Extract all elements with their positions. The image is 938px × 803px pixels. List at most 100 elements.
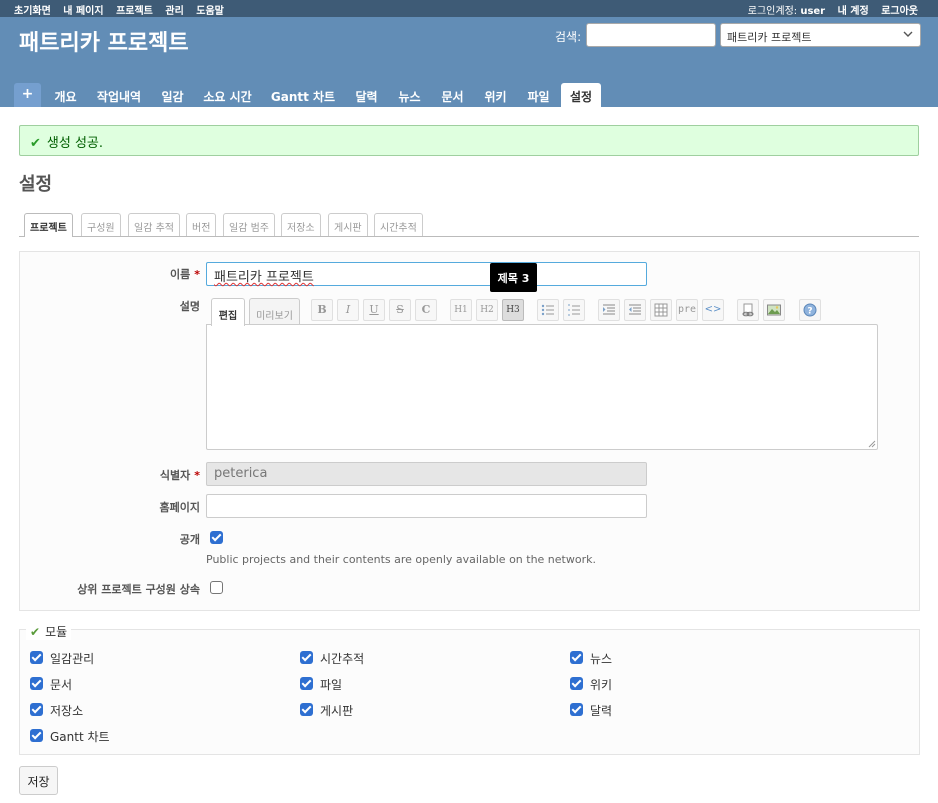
search-input[interactable]	[586, 23, 716, 47]
inherit-members-label: 상위 프로젝트 구성원 상속	[77, 583, 200, 596]
strikethrough-button[interactable]: S	[389, 299, 411, 321]
module-label-boards[interactable]: 게시판	[320, 702, 353, 719]
identifier-field-label: 식별자 *	[110, 467, 200, 483]
bold-button[interactable]: B	[311, 299, 333, 321]
public-checkbox[interactable]	[210, 531, 223, 544]
project-title: 패트리카 프로젝트	[19, 31, 189, 56]
module-label-documents[interactable]: 문서	[50, 676, 72, 693]
tab-calendar[interactable]: 달력	[348, 83, 385, 107]
checkmark-icon: ✔	[30, 625, 41, 639]
modules-legend[interactable]: ✔ 모듈	[26, 623, 72, 640]
module-label-calendar[interactable]: 달력	[590, 702, 612, 719]
top-link-my-page[interactable]: 내 페이지	[63, 6, 103, 17]
identifier-label-text: 식별자	[159, 469, 191, 482]
module-checkbox-files[interactable]	[300, 677, 313, 690]
name-field-label: 이름 *	[120, 266, 200, 282]
logged-as: 로그인계정: user	[748, 6, 825, 17]
inherit-members-checkbox[interactable]	[210, 581, 223, 594]
settings-tab-boards[interactable]: 게시판	[328, 213, 368, 236]
settings-tab-project[interactable]: 프로젝트	[24, 213, 73, 237]
settings-tab-repositories[interactable]: 저장소	[281, 213, 321, 236]
tab-issues[interactable]: 일감	[154, 83, 191, 107]
module-label-news[interactable]: 뉴스	[590, 650, 612, 667]
name-field[interactable]: 패트리카 프로젝트	[206, 262, 647, 286]
heading2-button[interactable]: H2	[476, 299, 498, 321]
module-checkbox-time-tracking[interactable]	[300, 651, 313, 664]
module-checkbox-issue-tracking[interactable]	[30, 651, 43, 664]
project-jump-value: 패트리카 프로젝트	[727, 31, 812, 44]
resize-handle-icon[interactable]	[868, 440, 876, 448]
module-checkbox-calendar[interactable]	[570, 703, 583, 716]
public-field-label: 공개	[179, 533, 200, 546]
tab-activity[interactable]: 작업내역	[90, 83, 148, 107]
modules-legend-label: 모듈	[45, 625, 68, 639]
help-icon: ?	[803, 303, 817, 317]
table-button[interactable]	[650, 299, 672, 321]
quote-button[interactable]	[598, 299, 620, 321]
link-button[interactable]	[737, 299, 759, 321]
my-account-link[interactable]: 내 계정	[838, 6, 869, 17]
module-checkbox-wiki[interactable]	[570, 677, 583, 690]
tab-gantt[interactable]: Gantt 차트	[264, 83, 342, 107]
module-checkbox-documents[interactable]	[30, 677, 43, 690]
code-highlight-button[interactable]: <>	[702, 299, 724, 321]
svg-text:?: ?	[807, 307, 812, 317]
top-link-home[interactable]: 초기화면	[14, 6, 51, 17]
settings-tab-issue-categories[interactable]: 일감 범주	[223, 213, 275, 236]
editor-tab-edit[interactable]: 편집	[211, 298, 245, 326]
name-field-value: 패트리카 프로젝트	[214, 270, 314, 285]
description-textarea[interactable]	[206, 324, 878, 450]
new-object-button[interactable]: +	[14, 83, 41, 107]
tab-files[interactable]: 파일	[520, 83, 557, 107]
unordered-list-icon	[541, 304, 554, 316]
inline-code-button[interactable]: C	[415, 299, 437, 321]
module-label-repository[interactable]: 저장소	[50, 702, 83, 719]
italic-button[interactable]: I	[337, 299, 359, 321]
save-button[interactable]: 저장	[19, 766, 58, 795]
settings-tab-versions[interactable]: 버전	[186, 213, 217, 236]
tab-time-entries[interactable]: 소요 시간	[197, 83, 258, 107]
unordered-list-button[interactable]	[537, 299, 559, 321]
toolbar-tooltip: 제목 3	[490, 263, 537, 292]
settings-tab-members[interactable]: 구성원	[81, 213, 121, 236]
project-jump-select[interactable]: 패트리카 프로젝트	[720, 23, 921, 47]
chevron-down-icon	[903, 29, 913, 42]
module-checkbox-gantt[interactable]	[30, 729, 43, 742]
logged-as-label: 로그인계정:	[747, 6, 798, 17]
ordered-list-button[interactable]	[563, 299, 585, 321]
search-label: 검색:	[555, 30, 582, 44]
logout-link[interactable]: 로그아웃	[881, 6, 918, 17]
help-button[interactable]: ?	[799, 299, 821, 321]
heading3-button[interactable]: H3	[502, 299, 524, 321]
image-button[interactable]	[763, 299, 785, 321]
tab-news[interactable]: 뉴스	[391, 83, 428, 107]
table-icon	[654, 303, 668, 317]
required-mark: *	[194, 469, 200, 482]
tab-wiki[interactable]: 위키	[477, 83, 514, 107]
module-checkbox-repository[interactable]	[30, 703, 43, 716]
module-label-files[interactable]: 파일	[320, 676, 342, 693]
module-label-gantt[interactable]: Gantt 차트	[50, 728, 110, 745]
module-checkbox-news[interactable]	[570, 651, 583, 664]
module-label-wiki[interactable]: 위키	[590, 676, 612, 693]
tab-settings[interactable]: 설정	[561, 83, 601, 107]
logged-user-link[interactable]: user	[800, 6, 825, 17]
module-checkbox-boards[interactable]	[300, 703, 313, 716]
top-link-admin[interactable]: 관리	[165, 6, 183, 17]
pre-button[interactable]: pre	[676, 299, 698, 321]
top-menu-left: 초기화면 내 페이지 프로젝트 관리 도움말	[14, 2, 233, 17]
editor-tab-preview[interactable]: 미리보기	[249, 298, 300, 325]
name-label-text: 이름	[169, 268, 191, 281]
settings-tab-time-tracking[interactable]: 시간추적	[374, 213, 423, 236]
top-link-help[interactable]: 도움말	[196, 6, 224, 17]
module-label-time-tracking[interactable]: 시간추적	[320, 650, 364, 667]
homepage-field[interactable]	[206, 494, 647, 518]
unquote-button[interactable]	[624, 299, 646, 321]
heading1-button[interactable]: H1	[450, 299, 472, 321]
tab-documents[interactable]: 문서	[434, 83, 471, 107]
settings-tab-issue-tracking[interactable]: 일감 추적	[128, 213, 180, 236]
module-label-issue-tracking[interactable]: 일감관리	[50, 650, 94, 667]
underline-button[interactable]: U	[363, 299, 385, 321]
top-link-projects[interactable]: 프로젝트	[116, 6, 153, 17]
tab-overview[interactable]: 개요	[47, 83, 84, 107]
